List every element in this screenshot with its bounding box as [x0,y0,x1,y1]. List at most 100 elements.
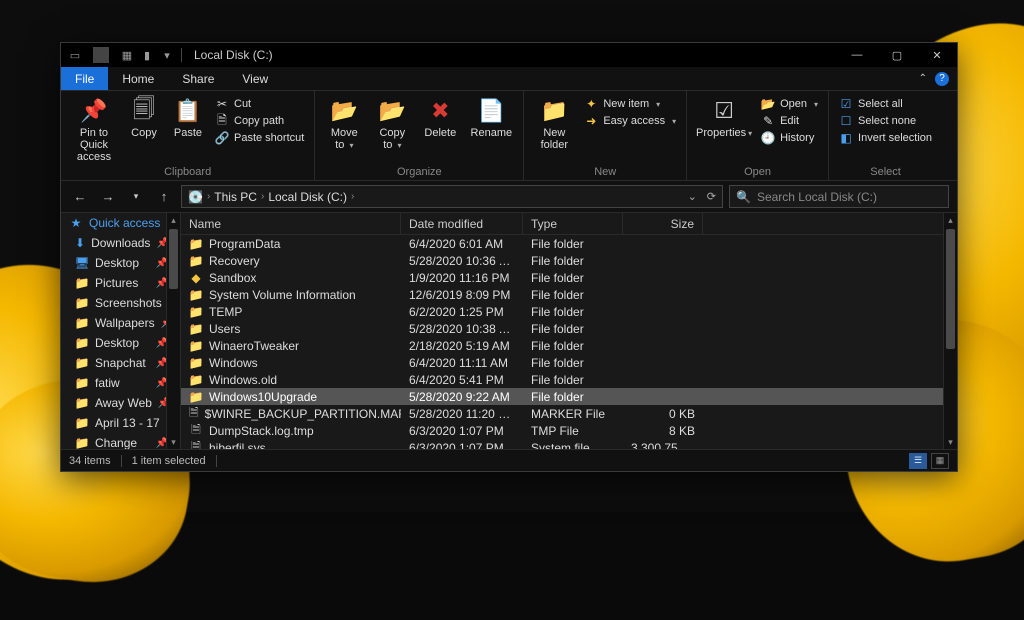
folder-icon: 📁 [75,296,89,310]
group-new: 📁New folder ✦New item▾ ➜Easy access▾ New [524,91,687,180]
addr-dropdown-icon[interactable]: ⌄ [688,190,697,203]
delete-button[interactable]: ✖Delete [421,95,459,139]
tab-share[interactable]: Share [168,67,228,90]
list-scrollbar[interactable]: ▴ ▾ [943,213,957,449]
folder-icon: 📁 [75,316,89,330]
paste-button[interactable]: 📋Paste [171,95,205,139]
file-size: 0 KB [623,407,703,421]
easy-access-button[interactable]: ➜Easy access▾ [584,114,676,128]
sidebar-item[interactable]: ⬇Downloads📌 [61,233,180,253]
table-row[interactable]: 📁Users5/28/2020 10:38 AMFile folder [181,320,957,337]
table-row[interactable]: 📁TEMP6/2/2020 1:25 PMFile folder [181,303,957,320]
file-type: MARKER File [523,407,623,421]
table-row[interactable]: 📁Windows.old6/4/2020 5:41 PMFile folder [181,371,957,388]
tab-file[interactable]: File [61,67,108,90]
file-icon: ◆ [189,271,203,285]
file-type: System file [523,441,623,450]
sidebar-item[interactable]: 📁April 13 - 17📌 [61,413,180,433]
file-name: Users [209,322,240,336]
history-button[interactable]: 🕘History [761,131,818,145]
sidebar-item[interactable]: 📁Snapchat📌 [61,353,180,373]
new-folder-button[interactable]: 📁New folder [534,95,574,151]
table-row[interactable]: 🗎hiberfil.sys6/3/2020 1:07 PMSystem file… [181,439,957,449]
table-row[interactable]: 📁ProgramData6/4/2020 6:01 AMFile folder [181,235,957,252]
file-date: 6/4/2020 11:11 AM [401,356,523,370]
properties-button[interactable]: ☑Properties▾ [697,95,751,139]
copy-button[interactable]: 🗐Copy [127,95,161,139]
sidebar-item[interactable]: 📁fatiw📌 [61,373,180,393]
ribbon: 📌Pin to Quick access 🗐Copy 📋Paste ✂Cut 🗎… [61,91,957,181]
sidebar-item[interactable]: 🖥Desktop📌 [61,253,180,273]
qat-properties-icon[interactable]: ▦ [119,47,135,63]
tab-view[interactable]: View [228,67,282,90]
details-view-icon[interactable]: ☰ [909,453,927,469]
sidebar-item[interactable]: 📁Pictures📌 [61,273,180,293]
table-row[interactable]: 🗎DumpStack.log.tmp6/3/2020 1:07 PMTMP Fi… [181,422,957,439]
scroll-down-icon[interactable]: ▾ [944,435,957,449]
cut-button[interactable]: ✂Cut [215,97,304,111]
col-name[interactable]: Name [181,213,401,234]
edit-button[interactable]: ✎Edit [761,114,818,128]
close-button[interactable]: ✕ [917,43,957,67]
search-placeholder: Search Local Disk (C:) [757,190,877,204]
sidebar-item[interactable]: 📁Change📌 [61,433,180,449]
tab-home[interactable]: Home [108,67,168,90]
table-row[interactable]: ◆Sandbox1/9/2020 11:16 PMFile folder [181,269,957,286]
scroll-up-icon[interactable]: ▴ [167,213,180,227]
file-icon: 🗎 [189,441,203,450]
sidebar-item[interactable]: 📁Wallpapers📌 [61,313,180,333]
open-button[interactable]: 📂Open▾ [761,97,818,111]
pin-quick-access-button[interactable]: 📌Pin to Quick access [71,95,117,163]
up-button[interactable]: ↑ [153,186,175,208]
help-icon[interactable]: ? [935,72,949,86]
thumbnails-view-icon[interactable]: ▦ [931,453,949,469]
copy-path-button[interactable]: 🗎Copy path [215,114,304,128]
back-button[interactable]: ← [69,186,91,208]
maximize-button[interactable]: ▢ [877,43,917,67]
group-organize: 📂Move to ▾ 📂Copy to ▾ ✖Delete 📄Rename Or… [315,91,524,180]
search-box[interactable]: 🔍 Search Local Disk (C:) [729,185,949,208]
address-bar[interactable]: 💽 › This PC › Local Disk (C:) › ⌄⟳ [181,185,723,208]
invert-selection-button[interactable]: ◧Invert selection [839,131,932,145]
col-date[interactable]: Date modified [401,213,523,234]
scroll-thumb[interactable] [169,229,178,289]
select-none-button[interactable]: ☐Select none [839,114,932,128]
status-count: 34 items [69,455,111,467]
table-row[interactable]: 📁Windows6/4/2020 11:11 AMFile folder [181,354,957,371]
qat-newfolder-icon[interactable]: ▮ [139,47,155,63]
forward-button[interactable]: → [97,186,119,208]
select-all-button[interactable]: ☑Select all [839,97,932,111]
copy-to-button[interactable]: 📂Copy to ▾ [373,95,411,151]
sidebar-item[interactable]: 📁Away Web📌 [61,393,180,413]
scroll-thumb[interactable] [946,229,955,349]
crumb-local-disk[interactable]: Local Disk (C:) [268,190,347,204]
col-type[interactable]: Type [523,213,623,234]
minimize-ribbon-icon[interactable]: ⌃ [919,73,927,84]
new-item-button[interactable]: ✦New item▾ [584,97,676,111]
file-icon: 📁 [189,322,203,336]
crumb-this-pc[interactable]: This PC [214,190,257,204]
scroll-down-icon[interactable]: ▾ [167,435,180,449]
table-row[interactable]: 📁System Volume Information12/6/2019 8:09… [181,286,957,303]
table-row[interactable]: 🗎$WINRE_BACKUP_PARTITION.MARKER5/28/2020… [181,405,957,422]
recent-dropdown[interactable]: ▾ [125,186,147,208]
sidebar-item[interactable]: 📁Screenshots📌 [61,293,180,313]
table-row[interactable]: 📁Windows10Upgrade5/28/2020 9:22 AMFile f… [181,388,957,405]
folder-icon: 📁 [75,356,89,370]
sidebar-item[interactable]: 📁Desktop📌 [61,333,180,353]
move-to-button[interactable]: 📂Move to ▾ [325,95,363,151]
scroll-up-icon[interactable]: ▴ [944,213,957,227]
minimize-button[interactable]: — [837,43,877,67]
folder-icon: 📁 [75,376,89,390]
folder-icon: 📁 [75,416,89,430]
file-date: 6/3/2020 1:07 PM [401,424,523,438]
col-size[interactable]: Size [623,213,703,234]
paste-shortcut-button[interactable]: 🔗Paste shortcut [215,131,304,145]
table-row[interactable]: 📁Recovery5/28/2020 10:36 AMFile folder [181,252,957,269]
rename-button[interactable]: 📄Rename [469,95,513,139]
refresh-icon[interactable]: ⟳ [707,190,716,203]
table-row[interactable]: 📁WinaeroTweaker2/18/2020 5:19 AMFile fol… [181,337,957,354]
sidebar-quick-access[interactable]: ★Quick access [61,213,180,233]
qat-dropdown-icon[interactable]: ▾ [159,47,175,63]
sidebar-scrollbar[interactable]: ▴ ▾ [166,213,180,449]
